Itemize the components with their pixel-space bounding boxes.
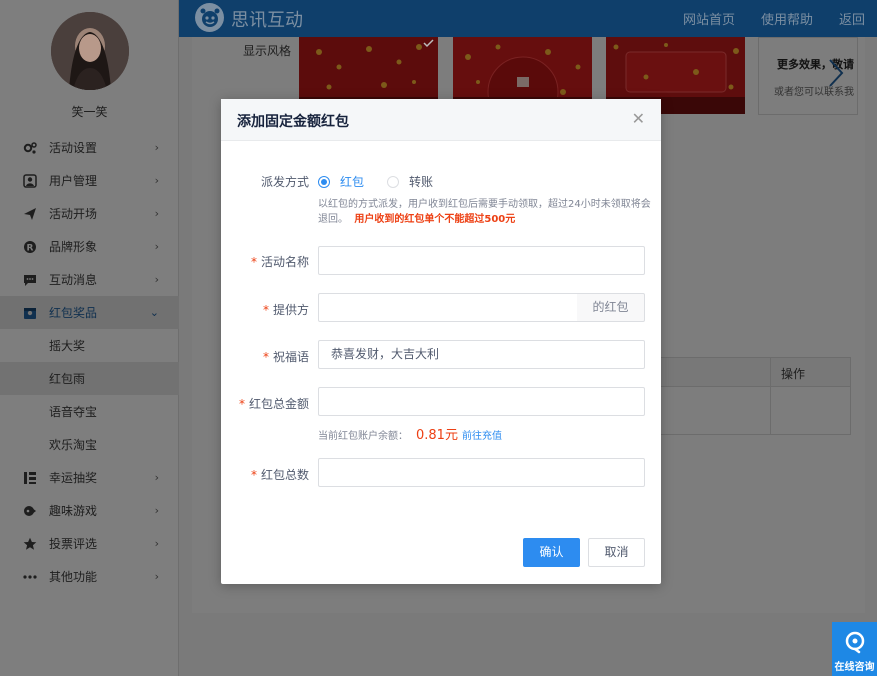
dispatch-method-label: 派发方式 xyxy=(260,175,309,189)
close-icon[interactable]: ✕ xyxy=(632,109,645,128)
table-row xyxy=(660,387,851,435)
sidebar-item-label: 其他功能 xyxy=(49,570,98,584)
paper-plane-icon xyxy=(23,207,37,221)
gears-icon xyxy=(23,141,37,155)
table-header: 操作 xyxy=(660,357,851,387)
balance-label: 当前红包账户余额： xyxy=(318,431,408,442)
sidebar-item-brand-image[interactable]: R 品牌形象 › xyxy=(0,230,179,263)
confirm-button[interactable]: 确认 xyxy=(523,538,580,567)
top-links: 网站首页 使用帮助 返回 xyxy=(683,9,865,28)
total-amount-label: * 红包总金额 xyxy=(238,397,309,411)
sidebar-item-label: 互动消息 xyxy=(49,273,98,287)
radio-unchecked-icon xyxy=(387,175,399,188)
sidebar-item-red-packet-prizes[interactable]: 红包奖品 ⌄ xyxy=(0,296,179,329)
chevron-right-icon[interactable] xyxy=(826,58,846,88)
dispatch-option-transfer[interactable]: 转账 xyxy=(387,173,433,190)
modal-title: 添加固定金额红包 xyxy=(237,114,349,130)
greeting-label: * 祝福语 xyxy=(262,350,309,364)
radio-checked-icon xyxy=(318,175,330,188)
total-count-input[interactable] xyxy=(318,458,645,487)
chevron-right-icon: › xyxy=(154,570,159,583)
cancel-button[interactable]: 取消 xyxy=(588,538,645,567)
balance-info: 当前红包账户余额： 0.81元 前往充值 xyxy=(318,424,502,443)
sidebar-item-label: 用户管理 xyxy=(49,174,98,188)
provider-suffix: 的红包 xyxy=(577,293,645,322)
gift-icon xyxy=(23,306,37,320)
chevron-right-icon: › xyxy=(154,141,159,154)
sidebar-item-label: 投票评选 xyxy=(49,537,98,551)
username: 笑一笑 xyxy=(71,105,108,119)
dispatch-warning: 用户收到的红包单个不能超过500元 xyxy=(354,214,516,225)
sidebar-item-label: 品牌形象 xyxy=(49,240,98,254)
headset-icon xyxy=(845,631,864,654)
home-link[interactable]: 网站首页 xyxy=(683,9,735,28)
operation-column-header: 操作 xyxy=(781,367,806,381)
registered-icon: R xyxy=(23,240,37,254)
chevron-right-icon: › xyxy=(154,174,159,187)
sidebar-item-activity-settings[interactable]: 活动设置 › xyxy=(0,131,179,164)
lottery-icon xyxy=(23,471,37,485)
brand-name: 思讯互动 xyxy=(231,10,303,31)
total-amount-input[interactable] xyxy=(318,387,645,416)
online-consult-button[interactable]: 在线咨询 xyxy=(832,622,877,676)
sidebar-item-label: 红包奖品 xyxy=(49,306,98,320)
chevron-right-icon: › xyxy=(154,273,159,286)
sidebar-subitem-shake-prize[interactable]: 摇大奖 xyxy=(0,329,179,362)
user-icon xyxy=(23,173,37,188)
sidebar-item-label: 活动设置 xyxy=(49,141,98,155)
online-consult-label: 在线咨询 xyxy=(834,662,875,673)
sidebar-item-label: 幸运抽奖 xyxy=(49,471,98,485)
style-label: 显示风格 xyxy=(243,44,292,58)
sidebar-subitem-voice-treasure[interactable]: 语音夺宝 xyxy=(0,395,179,428)
back-link[interactable]: 返回 xyxy=(839,9,865,28)
chevron-right-icon: › xyxy=(154,504,159,517)
sidebar-item-fun-games[interactable]: 趣味游戏 › xyxy=(0,494,179,527)
total-count-label: * 红包总数 xyxy=(250,468,309,482)
sidebar-item-other-functions[interactable]: 其他功能 › xyxy=(0,560,179,593)
add-fixed-red-packet-modal: 添加固定金额红包 ✕ 派发方式 红包 转账 以红包的方式派发，用户收到红包后需要… xyxy=(221,99,661,584)
chevron-down-icon: ⌄ xyxy=(149,306,159,319)
modal-header: 添加固定金额红包 ✕ xyxy=(221,99,661,141)
svg-text:R: R xyxy=(27,243,34,253)
recharge-link[interactable]: 前往充值 xyxy=(462,427,502,442)
provider-input-group: 的红包 xyxy=(318,293,645,322)
sidebar-item-activity-opening[interactable]: 活动开场 › xyxy=(0,197,179,230)
sidebar-menu: 活动设置 › 用户管理 › 活动开场 › R 品牌形象 › 互动消息 › 红包奖… xyxy=(0,131,179,593)
sidebar-item-voting[interactable]: 投票评选 › xyxy=(0,527,179,560)
sidebar-item-lucky-draw[interactable]: 幸运抽奖 › xyxy=(0,461,179,494)
top-bar: 思讯互动 网站首页 使用帮助 返回 xyxy=(179,0,877,37)
balance-value: 0.81元 xyxy=(416,428,458,443)
more-icon xyxy=(23,570,37,584)
user-avatar[interactable] xyxy=(51,12,129,90)
sidebar: 笑一笑 活动设置 › 用户管理 › 活动开场 › R 品牌形象 › 互动消息 ›… xyxy=(0,0,179,676)
chevron-right-icon: › xyxy=(154,207,159,220)
sidebar-item-interactive-messages[interactable]: 互动消息 › xyxy=(0,263,179,296)
sidebar-item-label: 活动开场 xyxy=(49,207,98,221)
avatar-photo xyxy=(51,12,129,90)
logo-icon xyxy=(195,3,224,32)
help-link[interactable]: 使用帮助 xyxy=(761,9,813,28)
provider-label: * 提供方 xyxy=(262,303,309,317)
star-icon xyxy=(23,537,37,551)
provider-input[interactable] xyxy=(318,293,578,322)
activity-name-input[interactable] xyxy=(318,246,645,275)
chevron-right-icon: › xyxy=(154,471,159,484)
message-icon xyxy=(23,273,37,287)
dispatch-help-text: 以红包的方式派发，用户收到红包后需要手动领取，超过24小时未领取将会 退回。 用… xyxy=(318,199,651,225)
sidebar-subitem-red-packet-rain[interactable]: 红包雨 xyxy=(0,362,179,395)
greeting-input[interactable]: 恭喜发财，大吉大利 xyxy=(318,340,645,369)
chevron-right-icon: › xyxy=(154,537,159,550)
gamepad-icon xyxy=(23,504,37,518)
dispatch-option-red-packet[interactable]: 红包 xyxy=(318,173,364,190)
activity-name-label: * 活动名称 xyxy=(250,255,309,269)
sidebar-item-label: 趣味游戏 xyxy=(49,504,98,518)
sidebar-subitem-happy-taobao[interactable]: 欢乐淘宝 xyxy=(0,428,179,461)
sidebar-item-user-management[interactable]: 用户管理 › xyxy=(0,164,179,197)
chevron-right-icon: › xyxy=(154,240,159,253)
